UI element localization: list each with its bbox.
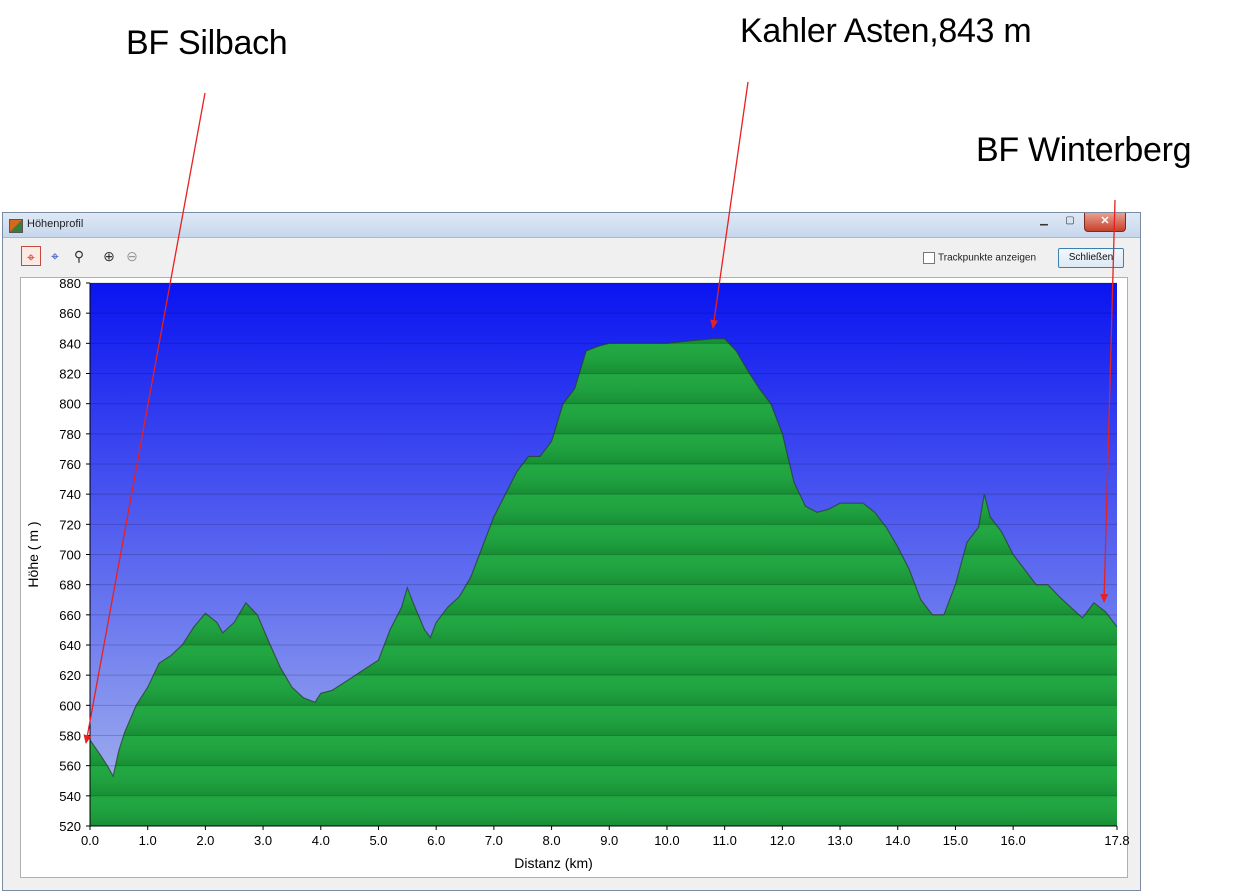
shading-band: [90, 765, 1117, 796]
x-tick-label: 12.0: [770, 833, 795, 848]
y-tick-label: 800: [59, 397, 81, 412]
x-tick-labels: 0.0 1.0 2.0 3.0 4.0 5.0 6.0 7.0 8.0 9.0 10.0 11.0 12…: [81, 826, 1130, 848]
x-tick-label: 1.0: [139, 833, 157, 848]
y-tick-label: 740: [59, 487, 81, 502]
x-tick-label: 0.0: [81, 833, 99, 848]
shading-band: [90, 614, 1117, 645]
y-tick-labels: 520 540 560 580 600 620 640 660 680 700 720 740 760 7…: [59, 276, 90, 834]
x-tick-label: 11.0: [712, 833, 736, 848]
x-tick-label: 13.0: [827, 833, 852, 848]
y-tick-label: 820: [59, 367, 81, 382]
y-tick-label: 780: [59, 427, 81, 442]
elevation-chart: 520 540 560 580 600 620 640 660 680 700 720 740 760 7…: [25, 276, 1130, 871]
x-tick-label: 14.0: [885, 833, 910, 848]
shading-band: [90, 675, 1117, 706]
y-tick-label: 720: [59, 517, 81, 532]
y-tick-label: 760: [59, 457, 81, 472]
y-tick-label: 640: [59, 638, 81, 653]
x-tick-label: 5.0: [369, 833, 387, 848]
shading-band: [90, 795, 1117, 826]
y-tick-label: 620: [59, 668, 81, 683]
x-tick-label: 10.0: [654, 833, 679, 848]
y-tick-label: 540: [59, 789, 81, 804]
shading-band: [90, 645, 1117, 676]
x-tick-label: 15.0: [943, 833, 968, 848]
y-tick-label: 680: [59, 578, 81, 593]
x-tick-label: 8.0: [543, 833, 561, 848]
y-axis-title: Höhe ( m ): [25, 521, 41, 587]
x-tick-label: 4.0: [312, 833, 330, 848]
y-tick-label: 860: [59, 306, 81, 321]
x-tick-label: 9.0: [600, 833, 618, 848]
x-tick-label: 3.0: [254, 833, 272, 848]
x-axis-title: Distanz (km): [514, 855, 593, 871]
y-tick-label: 840: [59, 336, 81, 351]
y-tick-label: 560: [59, 759, 81, 774]
x-tick-label: 6.0: [427, 833, 445, 848]
x-tick-label: 2.0: [196, 833, 214, 848]
y-tick-label: 880: [59, 276, 81, 291]
x-tick-label: 7.0: [485, 833, 503, 848]
shading-band: [90, 705, 1117, 736]
y-tick-label: 580: [59, 729, 81, 744]
y-tick-label: 660: [59, 608, 81, 623]
y-tick-label: 520: [59, 819, 81, 834]
y-tick-label: 600: [59, 698, 81, 713]
x-tick-label: 17.8: [1104, 833, 1129, 848]
y-tick-label: 700: [59, 548, 81, 563]
x-tick-label: 16.0: [1000, 833, 1025, 848]
shading-band: [90, 735, 1117, 766]
